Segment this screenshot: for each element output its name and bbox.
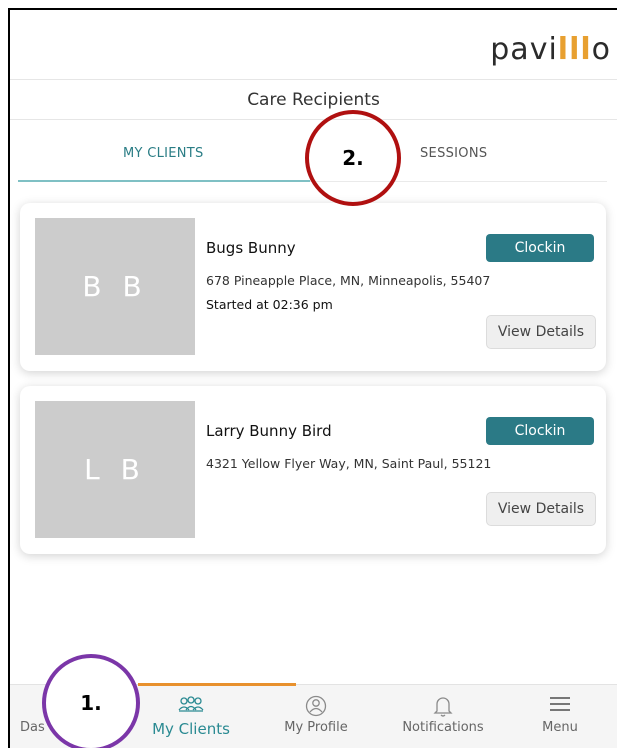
pavillio-logo: pavilllo [490,32,611,67]
nav-notifications[interactable]: Notifications [393,685,493,748]
page-title-bar: Care Recipients [10,80,617,120]
tab-sessions[interactable]: SESSIONS [420,146,487,161]
menu-icon [549,695,571,715]
client-address: 678 Pineapple Place, MN, Minneapolis, 55… [206,273,491,288]
profile-icon [305,695,327,717]
view-details-button[interactable]: View Details [486,492,596,526]
tab-my-clients[interactable]: MY CLIENTS [123,146,204,161]
active-tab-indicator [18,180,310,182]
nav-my-clients[interactable]: My Clients [146,685,236,748]
clockin-button[interactable]: Clockin [486,234,594,262]
annotation-circle-1: 1. [42,654,140,748]
nav-dashboard[interactable]: Das [20,685,45,748]
nav-my-profile[interactable]: My Profile [276,685,356,748]
app-frame: pavilllo Care Recipients MY CLIENTS SESS… [8,8,617,748]
nav-menu[interactable]: Menu [530,685,590,748]
client-avatar: L B [35,401,195,538]
page-title: Care Recipients [247,89,380,110]
view-details-button[interactable]: View Details [486,315,596,349]
client-card: B B Bugs Bunny 678 Pineapple Place, MN, … [20,203,606,371]
session-started-time: Started at 02:36 pm [206,297,333,312]
app-header: pavilllo [10,10,617,80]
annotation-circle-2: 2. [305,110,401,206]
client-address: 4321 Yellow Flyer Way, MN, Saint Paul, 5… [206,456,492,471]
clients-icon [178,695,204,715]
client-name: Bugs Bunny [206,239,296,257]
client-name: Larry Bunny Bird [206,422,332,440]
client-avatar: B B [35,218,195,355]
clockin-button[interactable]: Clockin [486,417,594,445]
client-card: L B Larry Bunny Bird 4321 Yellow Flyer W… [20,386,606,554]
bell-icon [433,695,453,717]
